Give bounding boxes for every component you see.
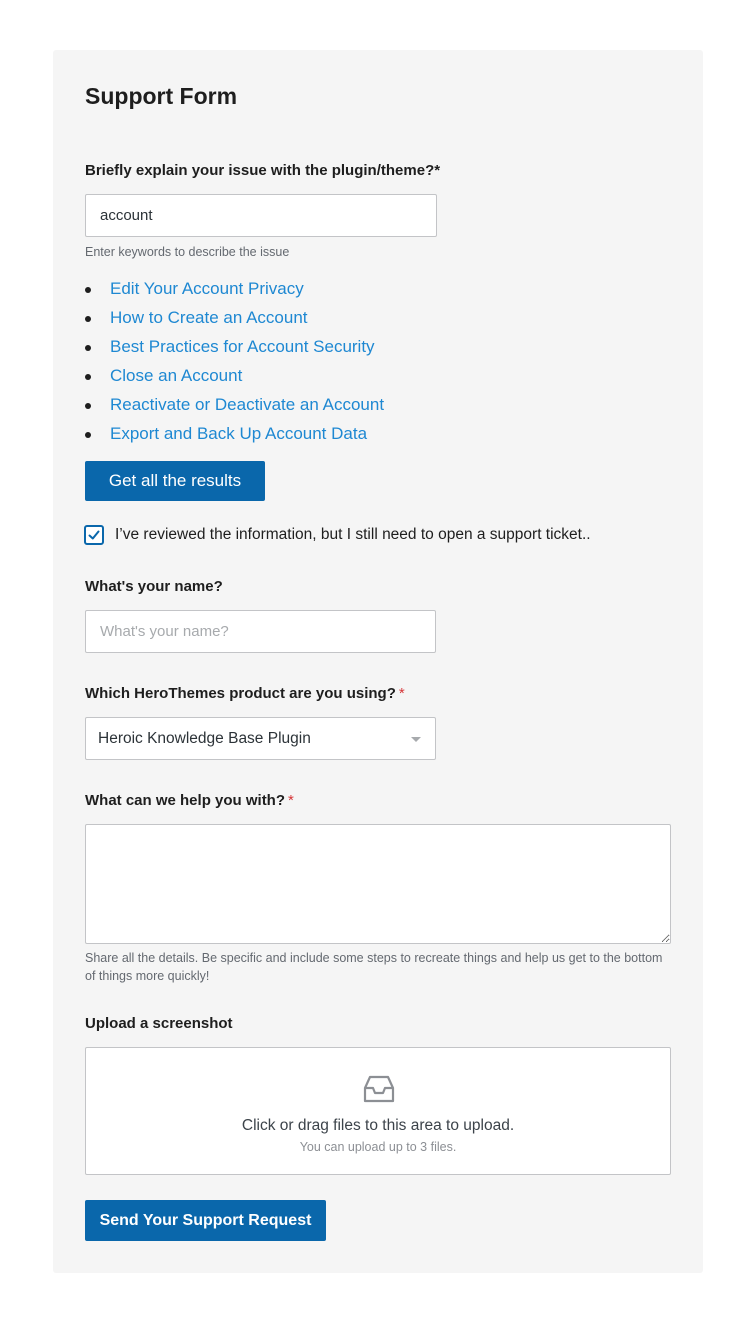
result-link[interactable]: Edit Your Account Privacy — [110, 279, 304, 298]
result-link[interactable]: Close an Account — [110, 366, 242, 385]
bullet-icon — [85, 374, 91, 380]
list-item: Close an Account — [85, 365, 384, 394]
help-with-label-text: What can we help you with? — [85, 792, 286, 809]
name-input[interactable] — [85, 610, 436, 653]
issue-input[interactable] — [85, 194, 437, 237]
reviewed-checkbox[interactable] — [84, 525, 104, 545]
reviewed-checkbox-label[interactable]: I’ve reviewed the information, but I sti… — [115, 526, 591, 544]
caret-down-icon — [411, 737, 421, 742]
result-link[interactable]: Reactivate or Deactivate an Account — [110, 395, 384, 414]
support-form-panel: Support Form Briefly explain your issue … — [53, 50, 703, 1273]
result-link[interactable]: Best Practices for Account Security — [110, 337, 375, 356]
issue-help-text: Enter keywords to describe the issue — [85, 245, 290, 259]
inbox-icon — [363, 1075, 395, 1103]
list-item: How to Create an Account — [85, 307, 384, 336]
checkmark-icon — [88, 530, 100, 540]
list-item: Export and Back Up Account Data — [85, 423, 384, 452]
upload-sub-text: You can upload up to 3 files. — [299, 1140, 457, 1154]
bullet-icon — [85, 432, 91, 438]
result-link[interactable]: Export and Back Up Account Data — [110, 424, 367, 443]
upload-dropzone[interactable]: Click or drag files to this area to uplo… — [85, 1047, 671, 1175]
form-title: Support Form — [85, 83, 238, 109]
bullet-icon — [85, 345, 91, 351]
product-label-text: Which HeroThemes product are you using? — [85, 685, 396, 702]
required-mark: * — [398, 685, 405, 702]
help-with-label: What can we help you with? * — [85, 792, 294, 809]
get-all-results-button[interactable]: Get all the results — [85, 461, 265, 501]
name-label: What's your name? — [85, 578, 223, 595]
result-link[interactable]: How to Create an Account — [110, 308, 308, 327]
bullet-icon — [85, 316, 91, 322]
list-item: Edit Your Account Privacy — [85, 278, 384, 307]
bullet-icon — [85, 287, 91, 293]
upload-main-text: Click or drag files to this area to uplo… — [241, 1117, 515, 1134]
upload-label: Upload a screenshot — [85, 1015, 233, 1032]
issue-label: Briefly explain your issue with the plug… — [85, 162, 441, 179]
help-with-help-text: Share all the details. Be specific and i… — [85, 951, 663, 983]
product-select[interactable]: Heroic Knowledge Base Plugin — [85, 717, 436, 760]
list-item: Best Practices for Account Security — [85, 336, 384, 365]
search-results-list: Edit Your Account Privacy How to Create … — [85, 278, 384, 452]
product-label: Which HeroThemes product are you using? * — [85, 685, 405, 702]
product-select-value: Heroic Knowledge Base Plugin — [98, 730, 311, 747]
send-support-request-button[interactable]: Send Your Support Request — [85, 1200, 326, 1241]
list-item: Reactivate or Deactivate an Account — [85, 394, 384, 423]
required-mark: * — [288, 792, 294, 809]
help-with-textarea[interactable] — [85, 824, 671, 944]
bullet-icon — [85, 403, 91, 409]
